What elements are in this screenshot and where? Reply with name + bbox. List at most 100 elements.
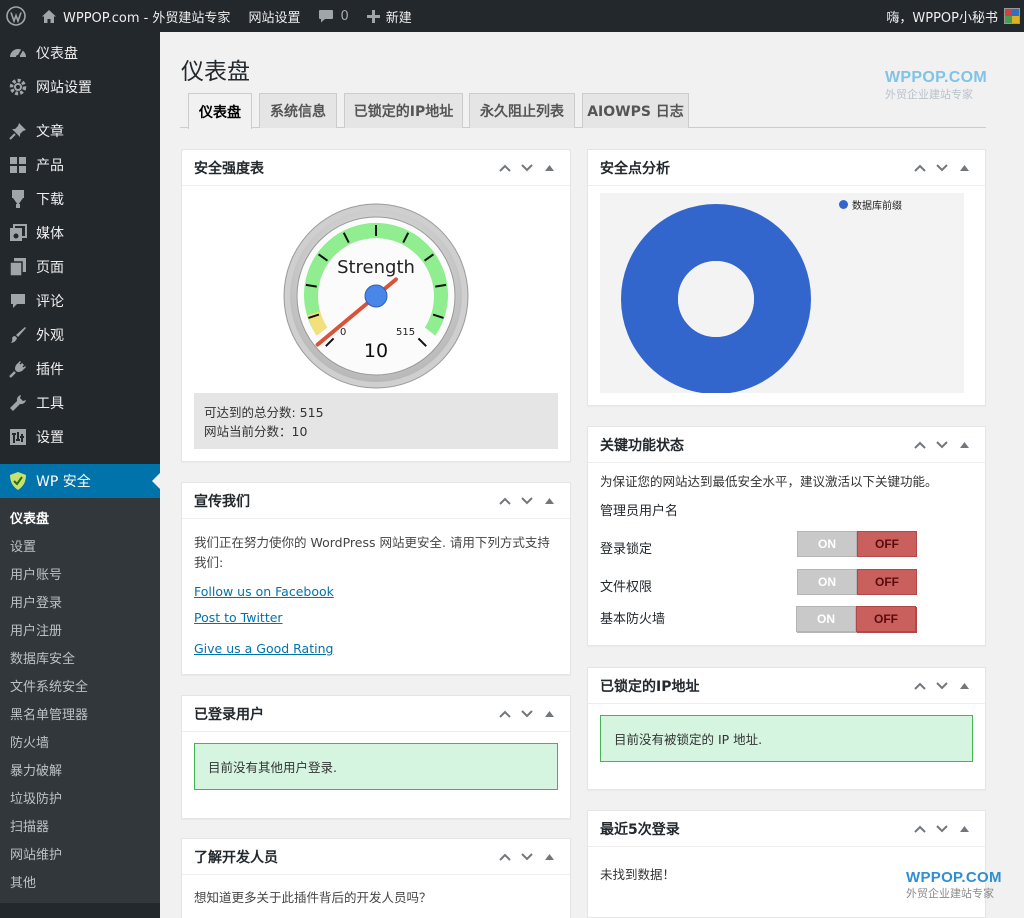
- site-name-link[interactable]: WPPOP.com - 外贸建站专家: [32, 0, 239, 32]
- chevron-down-icon[interactable]: [931, 427, 953, 463]
- chevron-down-icon[interactable]: [516, 839, 538, 875]
- collapse-toggle-icon[interactable]: [953, 668, 975, 704]
- dashboard-icon: [8, 43, 28, 63]
- submenu-spam-prevention[interactable]: 垃圾防护: [0, 783, 160, 811]
- wrench-icon: [8, 393, 28, 413]
- comments-link[interactable]: 0: [309, 0, 357, 32]
- plug-icon: [8, 359, 28, 379]
- menu-item-comments[interactable]: 评论: [0, 284, 160, 318]
- box-header: 已锁定的IP地址: [588, 668, 985, 704]
- no-users-notice: 目前没有其他用户登录.: [194, 743, 558, 790]
- gauge-max: 515: [396, 327, 415, 338]
- menu-item-pages[interactable]: 页面: [0, 250, 160, 284]
- menu-item-media[interactable]: 媒体: [0, 216, 160, 250]
- my-account[interactable]: 嗨，WPPOP小秘书: [886, 0, 1024, 32]
- submenu-dashboard[interactable]: 仪表盘: [0, 503, 160, 531]
- submenu-miscellaneous[interactable]: 其他: [0, 867, 160, 895]
- tab-permanent-block-list[interactable]: 永久阻止列表: [469, 93, 575, 128]
- chevron-up-icon[interactable]: [909, 150, 931, 186]
- menu-item-site-settings[interactable]: 网站设置: [0, 70, 160, 104]
- current-score: 网站当前分数：10: [204, 424, 308, 439]
- collapse-toggle-icon[interactable]: [538, 696, 560, 732]
- menu-item-dashboard[interactable]: 仪表盘: [0, 36, 160, 70]
- collapse-toggle-icon[interactable]: [538, 150, 560, 186]
- chevron-down-icon[interactable]: [516, 150, 538, 186]
- wordpress-logo-icon[interactable]: [0, 0, 32, 32]
- watermark-bottom: WPPOP.COM 外贸企业建站专家: [906, 870, 1002, 899]
- menu-item-downloads[interactable]: 下载: [0, 182, 160, 216]
- toggle-on[interactable]: ON: [796, 606, 856, 632]
- collapse-toggle-icon[interactable]: [953, 811, 975, 847]
- chevron-up-icon[interactable]: [909, 668, 931, 704]
- toggle-off[interactable]: OFF: [857, 531, 917, 557]
- strength-gauge: Strength 0 515 10: [282, 202, 470, 390]
- menu-item-plugins[interactable]: 插件: [0, 352, 160, 386]
- chevron-up-icon[interactable]: [494, 150, 516, 186]
- toggle-off[interactable]: OFF: [856, 606, 916, 632]
- menu-label: 媒体: [36, 226, 64, 242]
- collapse-toggle-icon[interactable]: [953, 427, 975, 463]
- toggle-on[interactable]: ON: [797, 569, 857, 595]
- chevron-up-icon[interactable]: [494, 839, 516, 875]
- submenu-firewall[interactable]: 防火墙: [0, 727, 160, 755]
- tab-system-info[interactable]: 系统信息: [259, 93, 337, 128]
- basic-firewall-toggle[interactable]: ON OFF: [796, 606, 916, 632]
- chevron-down-icon[interactable]: [931, 811, 953, 847]
- toggle-on[interactable]: ON: [797, 531, 857, 557]
- chevron-down-icon[interactable]: [931, 150, 953, 186]
- box-header: 了解开发人员: [182, 839, 570, 875]
- toggle-off[interactable]: OFF: [857, 569, 917, 595]
- gauge-hub: [364, 284, 388, 308]
- menu-item-posts[interactable]: 文章: [0, 114, 160, 148]
- collapse-toggle-icon[interactable]: [538, 483, 560, 519]
- submenu-user-login[interactable]: 用户登录: [0, 587, 160, 615]
- box-title: 关键功能状态: [600, 437, 684, 454]
- watermark-brand: WPPOP.COM: [906, 869, 1002, 886]
- tab-dashboard[interactable]: 仪表盘: [188, 93, 252, 129]
- facebook-link[interactable]: Follow us on Facebook: [194, 584, 558, 599]
- comments-count: 0: [340, 8, 349, 24]
- tab-aiowps-logs[interactable]: AIOWPS 日志: [582, 93, 689, 128]
- rating-link[interactable]: Give us a Good Rating: [194, 641, 558, 656]
- collapse-toggle-icon[interactable]: [953, 150, 975, 186]
- submenu-user-accounts[interactable]: 用户账号: [0, 559, 160, 587]
- site-settings-link[interactable]: 网站设置: [239, 0, 309, 32]
- submenu-blacklist-manager[interactable]: 黑名单管理器: [0, 699, 160, 727]
- chevron-up-icon[interactable]: [494, 483, 516, 519]
- legend-swatch: [839, 200, 848, 209]
- menu-item-appearance[interactable]: 外观: [0, 318, 160, 352]
- menu-item-products[interactable]: 产品: [0, 148, 160, 182]
- box-title: 安全点分析: [600, 160, 670, 177]
- chevron-down-icon[interactable]: [516, 696, 538, 732]
- admin-username-toggle[interactable]: ON OFF: [797, 531, 917, 557]
- submenu-settings[interactable]: 设置: [0, 531, 160, 559]
- submenu-brute-force[interactable]: 暴力破解: [0, 755, 160, 783]
- menu-item-wp-security[interactable]: WP 安全: [0, 464, 160, 498]
- submenu-scanner[interactable]: 扫描器: [0, 811, 160, 839]
- menu-label: 文章: [36, 124, 64, 140]
- chevron-down-icon[interactable]: [516, 483, 538, 519]
- tab-locked-ips[interactable]: 已锁定的IP地址: [344, 93, 463, 128]
- site-settings-label: 网站设置: [248, 10, 301, 26]
- submenu-database-security[interactable]: 数据库安全: [0, 643, 160, 671]
- menu-label: 网站设置: [36, 80, 92, 96]
- chevron-up-icon[interactable]: [909, 811, 931, 847]
- admin-sidebar: 仪表盘 网站设置 文章 产品 下载 媒体 页面 评论 外观 插件 工具 设置 W…: [0, 32, 160, 918]
- avatar: [1004, 8, 1020, 24]
- chevron-up-icon[interactable]: [494, 696, 516, 732]
- legend-label: 数据库前缀: [852, 201, 902, 212]
- collapse-toggle-icon[interactable]: [538, 839, 560, 875]
- menu-item-tools[interactable]: 工具: [0, 386, 160, 420]
- submenu-filesystem-security[interactable]: 文件系统安全: [0, 671, 160, 699]
- menu-item-settings[interactable]: 设置: [0, 420, 160, 454]
- twitter-link[interactable]: Post to Twitter: [194, 610, 558, 625]
- feature-label: 管理员用户名: [600, 504, 679, 519]
- score-summary: 可达到的总分数: 515 网站当前分数：10: [194, 393, 558, 449]
- new-content-link[interactable]: 新建: [358, 0, 421, 32]
- chevron-down-icon[interactable]: [931, 668, 953, 704]
- gear-icon: [8, 77, 28, 97]
- login-lockdown-toggle[interactable]: ON OFF: [797, 569, 917, 595]
- chevron-up-icon[interactable]: [909, 427, 931, 463]
- submenu-user-registration[interactable]: 用户注册: [0, 615, 160, 643]
- submenu-maintenance[interactable]: 网站维护: [0, 839, 160, 867]
